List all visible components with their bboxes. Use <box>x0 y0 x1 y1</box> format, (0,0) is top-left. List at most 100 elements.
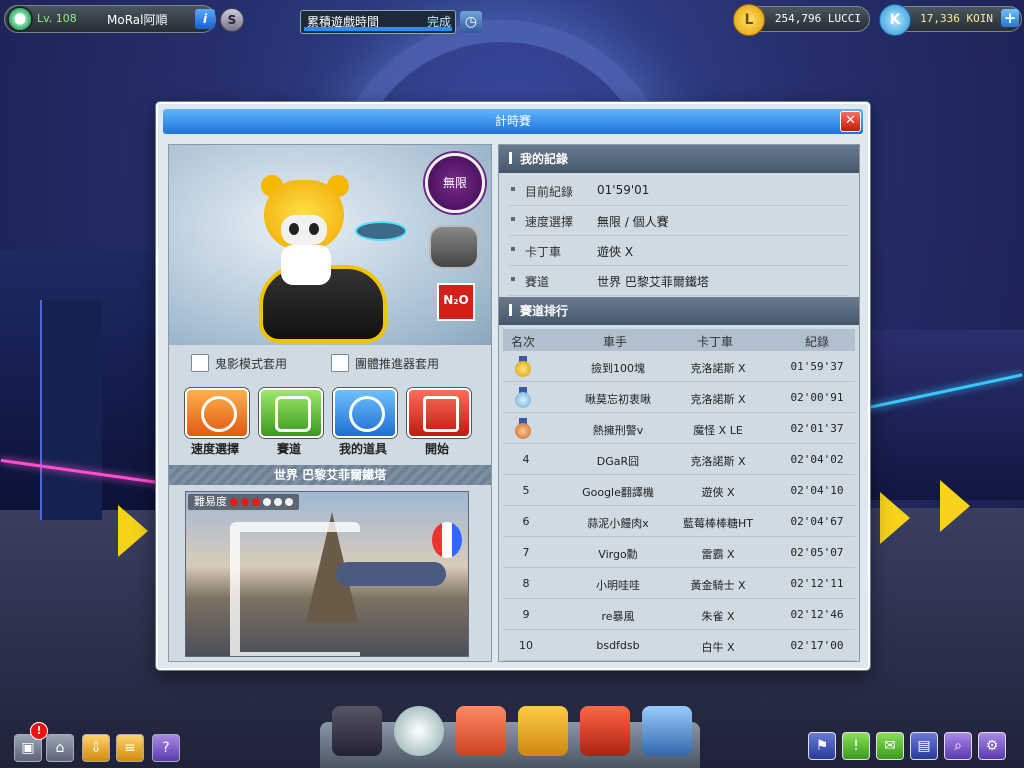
chevron-arrow <box>940 480 970 532</box>
garage-icon[interactable] <box>456 706 506 756</box>
right-panel: 我的記錄 目前紀錄 01'59'01 速度選擇 無限 / 個人賽 卡丁車 遊俠 X 賽道 世界… <box>498 144 860 662</box>
saucer-pet-icon <box>355 221 407 241</box>
medal-icon <box>515 387 531 408</box>
speedometer-icon <box>201 396 237 432</box>
ghost-mode-checkbox[interactable] <box>191 354 209 372</box>
main-dock <box>320 706 700 768</box>
playtime-progress <box>304 27 452 31</box>
ranking-row[interactable]: 撿到100塊 克洛諾斯 X 01'59'37 <box>503 351 855 382</box>
alert-icon[interactable]: ! <box>842 732 870 760</box>
kart-name: 魔怪 X LE <box>693 424 743 437</box>
record-value: 01'59'01 <box>597 183 650 197</box>
difficulty-dot <box>230 498 238 506</box>
team-booster-checkbox[interactable] <box>331 354 349 372</box>
kart-name: 白牛 X <box>701 641 735 654</box>
koin-amount: 17,336 KOIN <box>920 12 993 25</box>
n2o-booster-icon: N₂O <box>437 283 475 321</box>
record-time: 02'12'11 <box>790 577 844 590</box>
shop-icon[interactable] <box>518 706 568 756</box>
playtime-bar: 累積遊戲時間 完成 <box>300 10 456 34</box>
top-bar: Lv. 108 MoRal阿順 i S 累積遊戲時間 完成 ◷ L 254,79… <box>0 0 1024 38</box>
difficulty-label: 難易度 <box>194 495 227 508</box>
koin-coin-icon: K <box>879 4 911 36</box>
lucci-balance: L 254,796 LUCCI <box>733 4 870 36</box>
medal-icon <box>515 356 531 377</box>
bullet-icon <box>511 187 515 191</box>
kart-name: 黃金騎士 X <box>690 579 746 592</box>
info-button[interactable]: i <box>195 9 215 29</box>
settings-icon[interactable]: ⚙ <box>978 732 1006 760</box>
kart-name: 雷霸 X <box>701 548 735 561</box>
chat-icon[interactable]: ✉ <box>876 732 904 760</box>
rank-number: 7 <box>522 546 530 559</box>
lucci-coin-icon: L <box>733 4 765 36</box>
rank-number: 8 <box>522 577 530 590</box>
dialog-title: 計時賽 <box>163 109 863 134</box>
speed-select-label: 速度選擇 <box>190 442 239 456</box>
start-button[interactable] <box>407 388 471 438</box>
record-time: 02'01'37 <box>790 422 844 435</box>
board-icon[interactable]: ▤ <box>910 732 938 760</box>
difficulty-dots <box>227 495 293 508</box>
options-row: 鬼影模式套用 團體推進器套用 <box>169 350 491 376</box>
add-koin-button[interactable]: + <box>1001 9 1019 27</box>
s-coin-button[interactable]: S <box>220 8 244 32</box>
record-row: 速度選擇 無限 / 個人賽 <box>509 205 849 236</box>
toolbox-icon[interactable] <box>580 706 630 756</box>
track-select-button[interactable] <box>259 388 323 438</box>
kart-preview: 無限 N₂O <box>169 145 491 345</box>
flag-icon[interactable]: ⚑ <box>808 732 836 760</box>
ranking-row[interactable]: 8 小明哇哇 黃金騎士 X 02'12'11 <box>503 568 855 599</box>
ranking-row[interactable]: 4 DGaR囧 克洛諾斯 X 02'04'02 <box>503 444 855 475</box>
record-value: 遊俠 X <box>597 245 634 259</box>
home-icon[interactable]: ⌂ <box>46 734 74 762</box>
rank-number: 4 <box>522 453 530 466</box>
kart-name: 克洛諾斯 X <box>690 393 746 406</box>
ranking-row[interactable]: 熱擁刑警v 魔怪 X LE 02'01'37 <box>503 413 855 444</box>
play-pause-icon <box>423 396 459 432</box>
ranking-row[interactable]: 7 Virgo勳 雷霸 X 02'05'07 <box>503 537 855 568</box>
my-record-header: 我的記錄 <box>499 145 859 173</box>
record-key: 目前紀錄 <box>525 185 574 199</box>
record-row: 賽道 世界 巴黎艾菲爾鐵塔 <box>509 265 849 296</box>
kart-name: 克洛諾斯 X <box>690 362 746 375</box>
search-icon[interactable]: ⌕ <box>944 732 972 760</box>
clock-icon[interactable]: ◷ <box>460 11 482 33</box>
difficulty-dot <box>252 498 260 506</box>
koin-balance: K 17,336 KOIN + <box>879 4 1022 36</box>
user-info-pill: Lv. 108 MoRal阿順 i <box>4 5 216 33</box>
team-booster-label: 團體推進器套用 <box>355 357 440 371</box>
notes-icon[interactable]: ≡ <box>116 734 144 762</box>
record-time: 01'59'37 <box>790 360 844 373</box>
record-time: 02'04'10 <box>790 484 844 497</box>
rank-number: 10 <box>519 639 533 652</box>
record-row: 卡丁車 遊俠 X <box>509 235 849 266</box>
ranking-row[interactable]: 5 Google翻譯機 遊俠 X 02'04'10 <box>503 475 855 506</box>
record-key: 賽道 <box>525 275 550 289</box>
difficulty-dot <box>263 498 271 506</box>
start-label: 開始 <box>424 442 449 456</box>
ranking-row[interactable]: 6 蒜泥小饅肉x 藍莓棒棒糖HT 02'04'67 <box>503 506 855 537</box>
speed-select-button[interactable] <box>185 388 249 438</box>
col-kart: 卡丁車 <box>697 335 734 349</box>
kart-name: 遊俠 X <box>701 486 735 499</box>
speedometer-icon[interactable] <box>394 706 444 756</box>
rank-number: 6 <box>522 515 530 528</box>
building-icon[interactable] <box>642 706 692 756</box>
chevron-arrow <box>880 492 910 544</box>
record-value: 世界 巴黎艾菲爾鐵塔 <box>597 275 709 289</box>
kart-name: 朱雀 X <box>701 610 735 623</box>
record-row: 目前紀錄 01'59'01 <box>509 175 849 206</box>
track-select-label: 賽道 <box>276 442 301 456</box>
kart-garage-icon[interactable] <box>332 706 382 756</box>
ranking-row[interactable]: 啾莫忘初衷啾 克洛諾斯 X 02'00'91 <box>503 382 855 413</box>
close-button[interactable]: ✕ <box>840 111 861 132</box>
download-icon[interactable]: ⇩ <box>82 734 110 762</box>
help-icon[interactable]: ? <box>152 734 180 762</box>
kart-name: 藍莓棒棒糖HT <box>683 517 753 530</box>
my-items-button[interactable] <box>333 388 397 438</box>
ranking-row[interactable]: 9 re暴風 朱雀 X 02'12'46 <box>503 599 855 630</box>
background-city-right <box>864 330 1024 500</box>
my-record-title: 我的記錄 <box>520 152 569 166</box>
ranking-row[interactable]: 10 bsdfdsb 白牛 X 02'17'00 <box>503 630 855 661</box>
